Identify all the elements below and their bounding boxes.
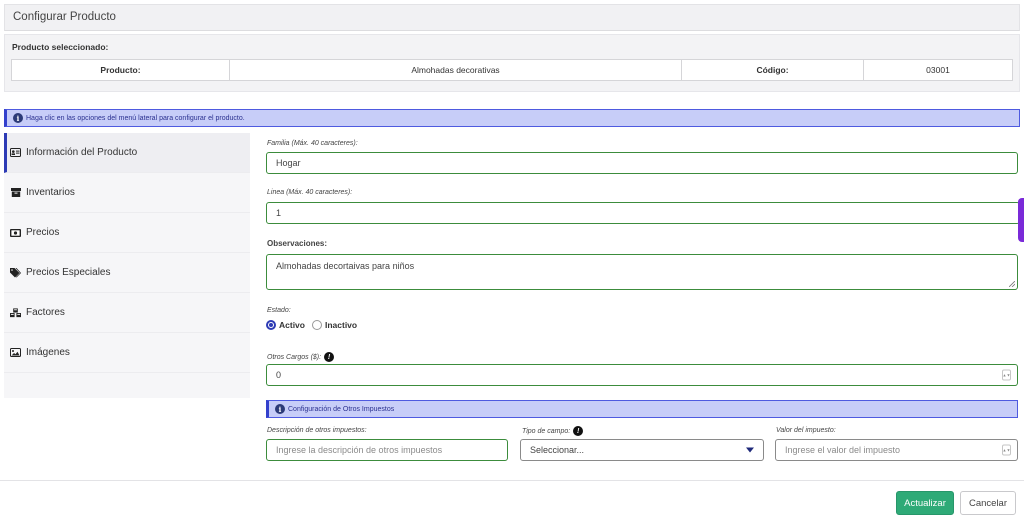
caret-down-icon — [746, 447, 754, 453]
radio-activo-label[interactable]: Activo — [279, 320, 305, 330]
sidebar-item-label: Inventarios — [26, 187, 75, 198]
sidebar-item-precios-especiales[interactable]: Precios Especiales — [4, 253, 250, 293]
tags-icon — [10, 267, 21, 278]
observaciones-textarea[interactable]: Almohadas decortaivas para niños — [266, 254, 1018, 290]
descripcion-impuestos-placeholder: Ingrese la descripción de otros impuesto… — [276, 445, 443, 455]
money-bill-icon — [10, 228, 21, 238]
descripcion-impuestos-input[interactable]: Ingrese la descripción de otros impuesto… — [266, 439, 508, 461]
footer-divider — [0, 480, 1024, 481]
info-icon: i — [275, 404, 285, 414]
estado-radio-group: Activo Inactivo — [266, 320, 357, 330]
sidebar-item-label: Factores — [26, 307, 65, 318]
familia-label: Familia (Máx. 40 caracteres): — [267, 140, 358, 147]
selected-product-panel: Producto seleccionado: Producto: Almohad… — [4, 34, 1020, 92]
descripcion-impuestos-label: Descripción de otros impuestos: — [267, 427, 367, 434]
linea-label: Linea (Máx. 40 caracteres): — [267, 189, 353, 196]
sidebar-item-label: Información del Producto — [26, 147, 138, 158]
box-icon — [10, 188, 21, 198]
otros-cargos-value: 0 — [276, 370, 282, 380]
side-drawer-tab[interactable] — [1018, 198, 1024, 242]
sidebar-item-label: Precios Especiales — [26, 267, 111, 278]
familia-value: Hogar — [276, 158, 301, 168]
otros-cargos-input[interactable]: 0 ▲▼ — [266, 364, 1018, 386]
sidebar-item-factores[interactable]: Factores — [4, 293, 250, 333]
info-alert-text: Haga clic en las opciones del menú later… — [26, 114, 245, 122]
cancel-button[interactable]: Cancelar — [960, 491, 1016, 515]
exclamation-circle-icon[interactable]: ! — [324, 352, 335, 362]
otros-cargos-label-text: Otros Cargos ($): — [267, 353, 322, 361]
radio-activo[interactable] — [266, 320, 276, 330]
code-header-cell: Código: — [682, 60, 864, 80]
familia-input[interactable]: Hogar — [266, 152, 1018, 174]
sidebar-item-label: Imágenes — [26, 347, 70, 358]
product-summary-table: Producto: Almohadas decorativas Código: … — [11, 59, 1013, 81]
number-spinner[interactable]: ▲▼ — [1002, 369, 1011, 381]
radio-inactivo[interactable] — [311, 320, 322, 330]
sidebar-menu: Información del Producto Inventarios Pre… — [4, 133, 250, 398]
linea-input[interactable]: 1 — [266, 202, 1020, 224]
otros-impuestos-header: i Configuración de Otros Impuestos — [266, 400, 1018, 418]
cubes-icon — [10, 307, 21, 318]
linea-value: 1 — [276, 208, 282, 218]
sidebar-item-precios[interactable]: Precios — [4, 213, 250, 253]
image-icon — [10, 348, 21, 358]
number-spinner[interactable]: ▲▼ — [1002, 444, 1011, 456]
sidebar-item-informacion-producto[interactable]: Información del Producto — [4, 133, 250, 173]
sidebar-item-imagenes[interactable]: Imágenes — [4, 333, 250, 373]
resize-handle-icon[interactable] — [1009, 281, 1015, 287]
observaciones-label: Observaciones: — [267, 239, 328, 248]
id-card-icon — [10, 148, 21, 158]
observaciones-value: Almohadas decortaivas para niños — [276, 261, 415, 271]
valor-impuesto-placeholder: Ingrese el valor del impuesto — [785, 445, 901, 455]
modal-title: Configurar Producto — [13, 11, 116, 23]
exclamation-circle-icon[interactable]: ! — [573, 426, 584, 436]
otros-cargos-label: Otros Cargos ($):! — [267, 352, 335, 362]
product-name-cell: Almohadas decorativas — [230, 60, 682, 80]
selected-product-label: Producto seleccionado: — [12, 42, 109, 52]
valor-impuesto-label: Valor del impuesto: — [776, 427, 836, 434]
tipo-campo-label-text: Tipo de campo: — [522, 427, 571, 435]
product-header-cell: Producto: — [12, 60, 230, 80]
tipo-campo-select[interactable]: Seleccionar... — [520, 439, 764, 461]
valor-impuesto-input[interactable]: Ingrese el valor del impuesto ▲▼ — [775, 439, 1018, 461]
radio-inactivo-label[interactable]: Inactivo — [325, 320, 357, 330]
info-alert: i Haga clic en las opciones del menú lat… — [4, 109, 1020, 127]
tipo-campo-value: Seleccionar... — [530, 445, 585, 455]
modal-header: Configurar Producto — [4, 4, 1020, 31]
info-icon: i — [13, 113, 23, 123]
sidebar-item-inventarios[interactable]: Inventarios — [4, 173, 250, 213]
tipo-campo-label: Tipo de campo:! — [522, 426, 584, 436]
estado-label: Estado: — [267, 307, 291, 314]
otros-impuestos-title: Configuración de Otros Impuestos — [288, 405, 395, 413]
update-button[interactable]: Actualizar — [896, 491, 954, 515]
sidebar-item-label: Precios — [26, 227, 60, 238]
code-value-cell: 03001 — [926, 65, 950, 75]
